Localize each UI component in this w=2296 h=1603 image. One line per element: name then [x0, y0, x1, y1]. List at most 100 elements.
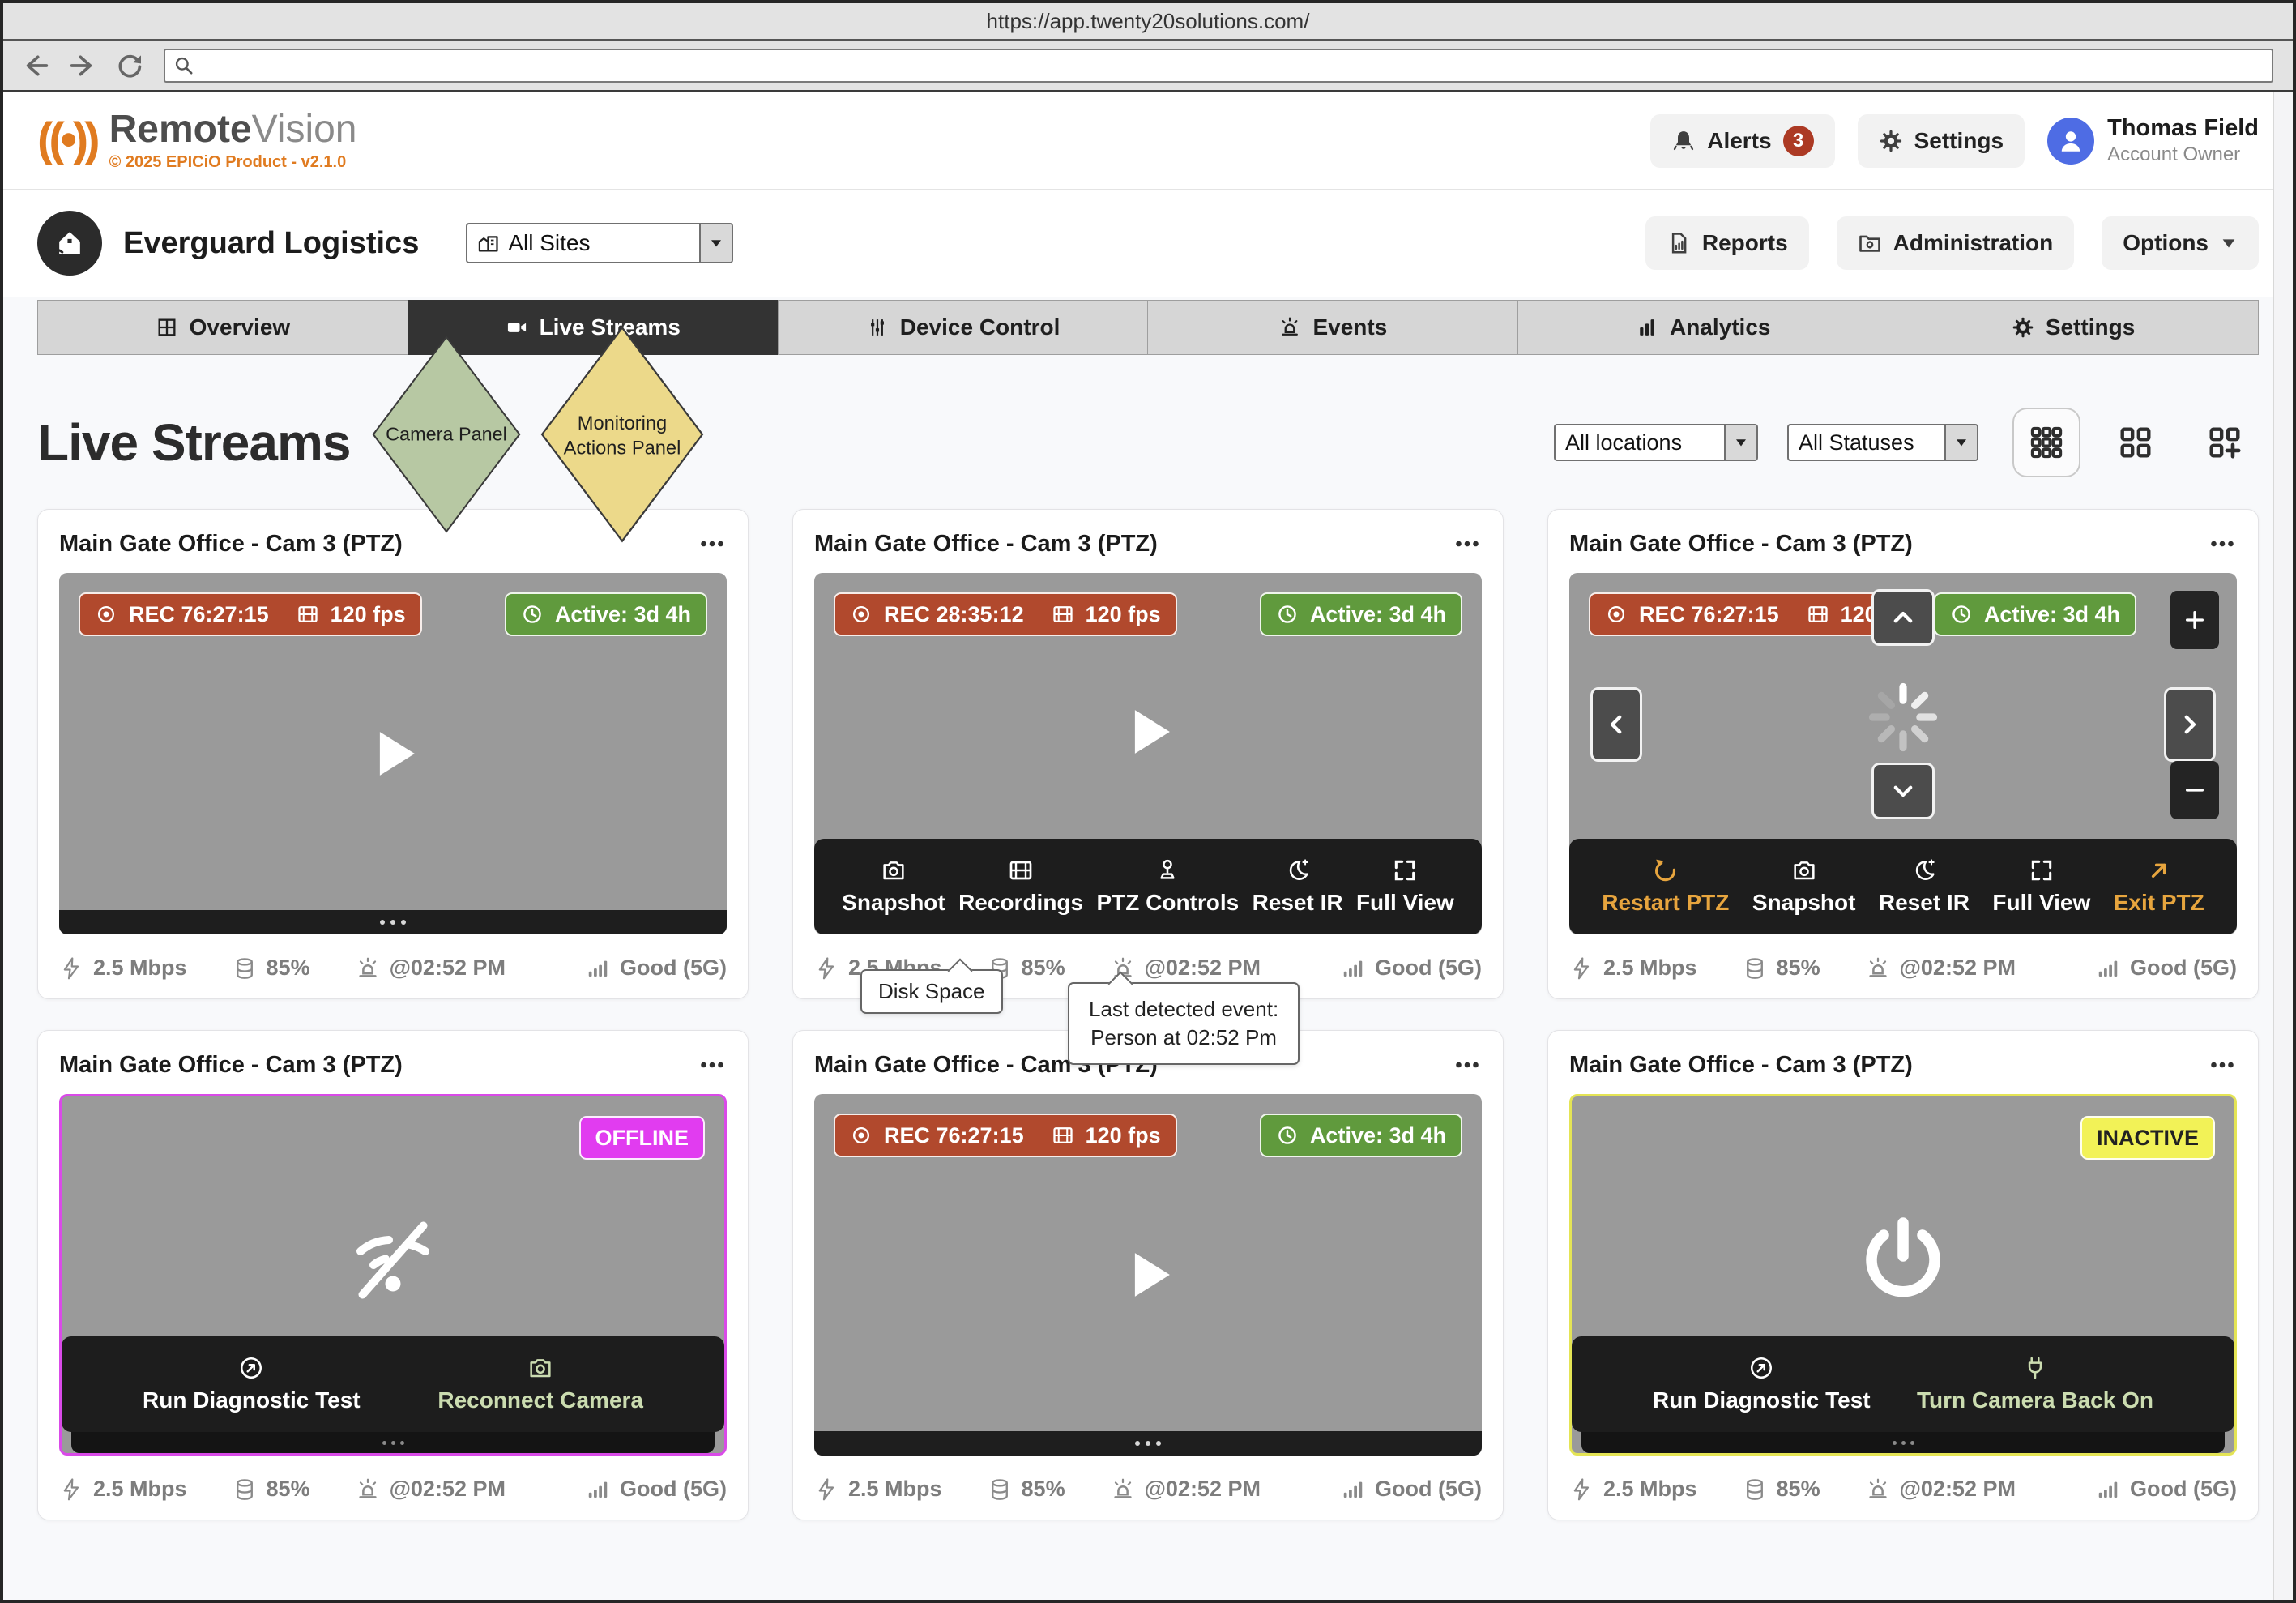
disk-icon [988, 1477, 1012, 1502]
card-menu-button[interactable] [2208, 1050, 2237, 1079]
recording-badge: REC 76:27:15 120 fps [79, 592, 422, 636]
recordings-button[interactable]: Recordings [958, 857, 1083, 916]
address-input[interactable] [201, 54, 2264, 77]
location-filter-value: All locations [1565, 430, 1682, 455]
ptz-up-button[interactable] [1871, 589, 1935, 646]
moon-icon [1911, 857, 1937, 883]
video-options-handle[interactable] [814, 1431, 1482, 1456]
full-view-button[interactable]: Full View [1356, 857, 1454, 916]
full-view-button[interactable]: Full View [1992, 857, 2090, 916]
play-icon [358, 719, 428, 789]
user-role: Account Owner [2107, 143, 2259, 166]
app-root: ((•)) RemoteVision © 2025 EPICiO Product… [3, 92, 2293, 1600]
film-icon [297, 603, 319, 626]
snapshot-button[interactable]: Snapshot [1752, 857, 1856, 916]
alerts-button[interactable]: Alerts 3 [1650, 114, 1834, 168]
zoom-in-button[interactable] [2170, 591, 2219, 649]
video-options-handle[interactable] [1581, 1432, 2225, 1453]
refresh-icon[interactable] [117, 53, 143, 79]
diagnostic-arrow-icon [238, 1355, 264, 1381]
siren-icon [1278, 316, 1301, 339]
ellipsis-icon [1453, 1050, 1482, 1079]
video-options-handle[interactable] [59, 910, 727, 934]
tab-overview[interactable]: Overview [37, 300, 408, 355]
tab-analytics[interactable]: Analytics [1517, 300, 1888, 355]
view-grid-2x2-button[interactable] [2102, 408, 2170, 477]
recording-badge: REC 76:27:15 120 fps [834, 1114, 1177, 1157]
reset-ir-button[interactable]: Reset IR [1879, 857, 1970, 916]
bolt-icon [1569, 1477, 1594, 1502]
ptz-controls-button[interactable]: PTZ Controls [1096, 857, 1239, 916]
administration-button[interactable]: Administration [1837, 216, 2075, 270]
video-stream: REC 76:27:15 120 fps Active: 3d 4h [59, 573, 727, 934]
card-menu-button[interactable] [698, 1050, 727, 1079]
options-button[interactable]: Options [2102, 216, 2259, 270]
settings-button[interactable]: Settings [1858, 114, 2025, 168]
card-menu-button[interactable] [2208, 529, 2237, 558]
tab-settings[interactable]: Settings [1888, 300, 2259, 355]
video-options-handle[interactable] [71, 1432, 715, 1453]
back-icon[interactable] [23, 53, 49, 79]
exit-ptz-button[interactable]: Exit PTZ [2114, 857, 2204, 916]
user-menu[interactable]: Thomas Field Account Owner [2047, 115, 2259, 166]
chevron-right-icon [2176, 711, 2204, 738]
grid-3x3-icon [2028, 424, 2065, 461]
camera-card: Main Gate Office - Cam 3 (PTZ) REC 76:27… [1547, 509, 2259, 999]
restart-ptz-button[interactable]: Restart PTZ [1602, 857, 1729, 916]
bar-chart-icon [1636, 316, 1658, 339]
play-icon [1113, 697, 1183, 767]
zoom-out-button[interactable] [2170, 761, 2219, 819]
run-diagnostic-button[interactable]: Run Diagnostic Test [143, 1355, 361, 1413]
event-bell-icon [1866, 956, 1890, 981]
camera-stats: 2.5 Mbps 85% @02:52 PM Good (5G) [1569, 1477, 2237, 1502]
play-button[interactable] [358, 719, 428, 789]
camera-icon [1791, 857, 1817, 883]
settings-label: Settings [1914, 128, 2004, 154]
view-grid-add-button[interactable] [2191, 408, 2259, 477]
page-url: https://app.twenty20solutions.com/ [987, 9, 1310, 34]
logo-tagline: © 2025 EPICiO Product - v2.1.0 [109, 153, 357, 172]
camera-icon [881, 857, 907, 883]
play-button[interactable] [1113, 1240, 1183, 1310]
uptime-badge: Active: 3d 4h [505, 592, 707, 636]
offline-badge: OFFLINE [579, 1116, 706, 1160]
ptz-right-button[interactable] [2164, 687, 2216, 762]
view-grid-3x3-button[interactable] [2012, 408, 2080, 477]
browser-toolbar [3, 41, 2293, 92]
status-filter[interactable]: All Statuses [1787, 424, 1978, 461]
play-button[interactable] [1113, 697, 1183, 767]
clock-icon [521, 603, 544, 626]
turn-camera-on-button[interactable]: Turn Camera Back On [1917, 1355, 2153, 1413]
card-menu-button[interactable] [1453, 529, 1482, 558]
disk-icon [1743, 1477, 1767, 1502]
forward-icon[interactable] [70, 53, 96, 79]
camera-card: Main Gate Office - Cam 3 (PTZ) OFFLINE R… [37, 1030, 749, 1520]
alerts-label: Alerts [1707, 128, 1771, 154]
svg-text:Monitoring: Monitoring [578, 413, 667, 434]
site-selector[interactable]: All Sites [466, 223, 733, 263]
event-bell-icon [1866, 1477, 1890, 1502]
reports-label: Reports [1702, 230, 1788, 256]
reports-button[interactable]: Reports [1645, 216, 1809, 270]
tab-device-control[interactable]: Device Control [778, 300, 1149, 355]
scrollbar[interactable] [2273, 92, 2293, 1600]
reset-ir-button[interactable]: Reset IR [1253, 857, 1343, 916]
reconnect-camera-button[interactable]: Reconnect Camera [437, 1355, 643, 1413]
content-area: Live Streams Camera Panel Monitoring Act… [3, 355, 2293, 1600]
user-name: Thomas Field [2107, 115, 2259, 142]
address-bar[interactable] [164, 49, 2273, 83]
grid-2x2-plus-icon [2206, 424, 2243, 461]
tab-events[interactable]: Events [1147, 300, 1518, 355]
snapshot-button[interactable]: Snapshot [842, 857, 945, 916]
building-icon [477, 232, 500, 254]
location-filter[interactable]: All locations [1554, 424, 1758, 461]
run-diagnostic-button[interactable]: Run Diagnostic Test [1653, 1355, 1871, 1413]
last-event-tooltip: Last detected event: Person at 02:52 Pm [1068, 982, 1300, 1065]
ptz-down-button[interactable] [1871, 763, 1935, 819]
card-menu-button[interactable] [1453, 1050, 1482, 1079]
ptz-left-button[interactable] [1590, 687, 1642, 762]
power-icon [1854, 1212, 1952, 1309]
signal-icon [1341, 956, 1365, 981]
video-stream-ptz: REC 76:27:15 120 fps Active: 3d 4h [1569, 573, 2237, 934]
film-icon [1052, 603, 1074, 626]
